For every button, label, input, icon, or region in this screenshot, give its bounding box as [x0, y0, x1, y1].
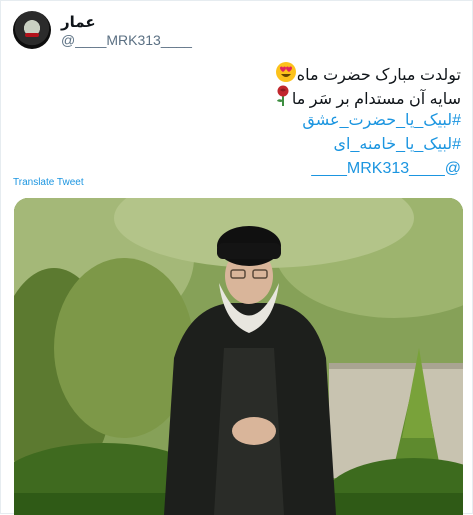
author-name[interactable]: عمار — [61, 13, 96, 31]
avatar[interactable] — [13, 11, 51, 49]
hashtag-link-1[interactable]: #لبیک_یا_حضرت_عشق — [21, 109, 461, 133]
tweet-line-1: تولدت مبارک حضرت ماه — [21, 61, 461, 85]
hashtag-link-2[interactable]: #لبیک_یا_خامنه_ای — [21, 133, 461, 157]
author-handle[interactable]: @____MRK313____ — [61, 32, 192, 48]
avatar-joker-mouth — [25, 33, 39, 37]
tweet-card[interactable]: عمار @____MRK313____ تولدت مبارک حضرت ما… — [0, 0, 473, 515]
tweet-photo[interactable] — [14, 198, 463, 515]
translate-tweet-link[interactable]: Translate Tweet — [13, 177, 84, 188]
tweet-line-2: سایه آن مستدام بر سَر ما — [21, 85, 461, 109]
tweet-text: تولدت مبارک حضرت ماه سایه آن مستدام بر س… — [21, 61, 461, 181]
tweet-photo-illustration — [14, 198, 463, 515]
mention-link[interactable]: @____MRK313____ — [21, 157, 461, 181]
tweet-line-1-text: تولدت مبارک حضرت ماه — [296, 67, 461, 84]
tweet-line-2-text: سایه آن مستدام بر سَر ما — [291, 91, 461, 108]
rose-emoji-icon — [274, 85, 292, 115]
